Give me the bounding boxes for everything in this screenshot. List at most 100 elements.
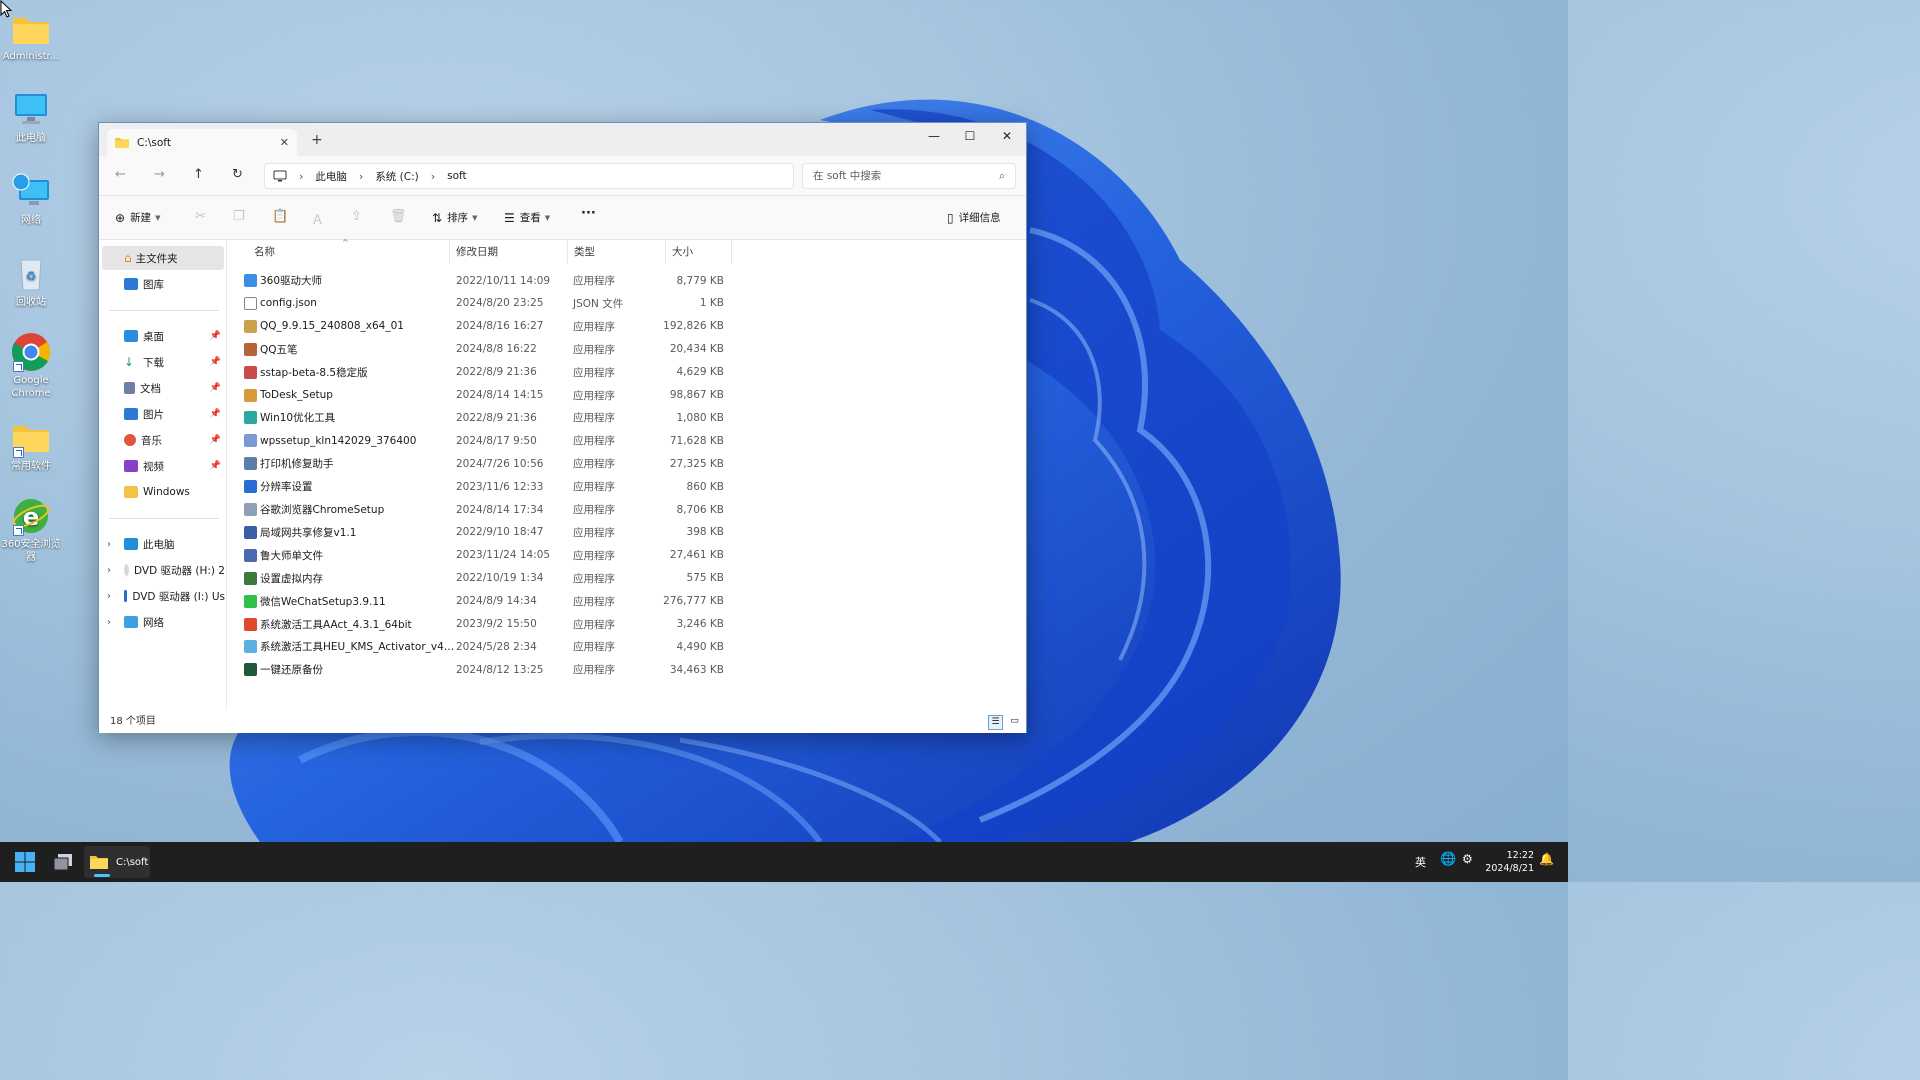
file-row[interactable]: Win10优化工具 2022/8/9 21:36 应用程序 1,080 KB — [238, 406, 728, 429]
column-header-type[interactable]: 类型 — [568, 240, 666, 264]
clock[interactable]: 12:22 2024/8/21 — [1484, 849, 1534, 875]
nav-item-downloads[interactable]: ↓ 下载 📌 — [99, 350, 225, 374]
notification-bell-icon[interactable]: 🔔 — [1539, 852, 1554, 866]
file-row[interactable]: 系统激活工具AAct_4.3.1_64bit 2023/9/2 15:50 应用程序… — [238, 613, 728, 636]
new-tab-button[interactable]: + — [311, 132, 323, 148]
nav-item-home[interactable]: ⌂ 主文件夹 — [102, 246, 224, 270]
desktop-icon-network[interactable]: 网络 — [0, 172, 62, 227]
file-row[interactable]: 一键还原备份 2024/8/12 13:25 应用程序 34,463 KB — [238, 658, 728, 681]
copy-icon[interactable]: ❐ — [233, 209, 245, 224]
forward-arrow-icon[interactable]: → — [154, 167, 165, 182]
file-row[interactable]: 分辨率设置 2023/11/6 12:33 应用程序 860 KB — [238, 475, 728, 498]
pin-icon[interactable]: 📌 — [210, 357, 221, 367]
paste-icon[interactable]: 📋 — [272, 209, 288, 224]
address-bar[interactable]: › 此电脑 › 系统 (C:) › soft — [264, 163, 794, 189]
file-row[interactable]: 360驱动大师 2022/10/11 14:09 应用程序 8,779 KB — [238, 269, 728, 292]
pin-icon[interactable]: 📌 — [210, 331, 221, 341]
nav-item-desktop[interactable]: 桌面 📌 — [99, 324, 225, 348]
nav-item-windows[interactable]: Windows — [99, 480, 225, 504]
nav-item-dvd-i[interactable]: › DVD 驱动器 (I:) Us — [99, 584, 225, 608]
file-type: 应用程序 — [573, 526, 615, 539]
nav-item-documents[interactable]: 文档 📌 — [99, 376, 225, 400]
chevron-right-icon[interactable]: › — [107, 565, 111, 576]
file-date: 2022/10/11 14:09 — [456, 274, 551, 287]
rename-icon[interactable]: Ａ — [311, 209, 324, 228]
file-size: 98,867 KB — [669, 389, 724, 401]
globe-icon[interactable]: 🌐 — [1440, 852, 1456, 867]
file-row[interactable]: sstap-beta-8.5稳定版 2022/8/9 21:36 应用程序 4,629… — [238, 361, 728, 384]
desktop-icon-this-pc[interactable]: 此电脑 — [0, 90, 62, 145]
pin-icon[interactable]: 📌 — [210, 435, 221, 445]
nav-item-videos[interactable]: 视频 📌 — [99, 454, 225, 478]
desktop-icon-recycle-bin[interactable]: ♻ 回收站 — [0, 254, 62, 309]
breadcrumb-system-c[interactable]: 系统 (C:) — [375, 169, 418, 184]
share-icon[interactable]: ⇪ — [351, 209, 362, 224]
details-pane-button[interactable]: ▯ 详细信息 — [947, 210, 1001, 225]
file-row[interactable]: 系统激活工具HEU_KMS_Activator_v42.... 2024/5/28… — [238, 635, 728, 658]
file-row[interactable]: ToDesk_Setup 2024/8/14 14:15 应用程序 98,867 KB — [238, 384, 728, 407]
pin-icon[interactable]: 📌 — [210, 461, 221, 471]
nav-item-pictures[interactable]: 图片 📌 — [99, 402, 225, 426]
title-bar[interactable]: C:\soft ✕ + — ☐ ✕ — [99, 123, 1026, 156]
nav-item-label: 下载 — [143, 356, 164, 369]
nav-item-network[interactable]: › 网络 — [99, 610, 225, 634]
search-input[interactable]: 在 soft 中搜索 ⌕ — [802, 163, 1016, 189]
status-bar: 18 个项目 — [99, 710, 1026, 733]
file-row[interactable]: QQ_9.9.15_240808_x64_01 2024/8/16 16:27 应用… — [238, 315, 728, 338]
nav-item-this-pc[interactable]: › 此电脑 — [99, 532, 225, 556]
breadcrumb-soft[interactable]: soft — [447, 170, 467, 182]
minimize-button[interactable]: — — [919, 129, 949, 149]
start-button[interactable] — [14, 846, 36, 878]
nav-item-gallery[interactable]: 图库 — [99, 272, 225, 296]
details-view-icon[interactable]: ☰ — [988, 715, 1003, 730]
file-row[interactable]: QQ五笔 2024/8/8 16:22 应用程序 20,434 KB — [238, 338, 728, 361]
pictures-icon — [124, 408, 138, 420]
nav-item-dvd-h[interactable]: › DVD 驱动器 (H:) 2 — [99, 558, 225, 582]
more-options-button[interactable]: ··· — [581, 206, 596, 221]
tab-c-soft[interactable]: C:\soft ✕ — [107, 129, 297, 156]
desktop-icon-common-software[interactable]: 常用软件 — [0, 418, 62, 473]
up-arrow-icon[interactable]: ↑ — [193, 167, 204, 182]
sort-button[interactable]: ⇅ 排序 ▼ — [432, 210, 477, 225]
maximize-button[interactable]: ☐ — [955, 129, 985, 149]
back-arrow-icon[interactable]: ← — [115, 167, 126, 182]
ime-indicator[interactable]: 英 — [1415, 854, 1426, 870]
pin-icon[interactable]: 📌 — [210, 383, 221, 393]
large-icons-view-icon[interactable]: ▭ — [1007, 715, 1022, 730]
file-row[interactable]: 鲁大师单文件 2023/11/24 14:05 应用程序 27,461 KB — [238, 544, 728, 567]
file-row[interactable]: config.json 2024/8/20 23:25 JSON 文件 1 KB — [238, 292, 728, 315]
task-view-button[interactable] — [52, 846, 74, 878]
column-header-size[interactable]: 大小 — [666, 240, 732, 264]
desktop-icon-google-chrome[interactable]: Google Chrome — [0, 332, 62, 400]
file-icon — [244, 319, 257, 333]
taskbar-file-explorer[interactable]: C:\soft — [84, 846, 150, 878]
file-row[interactable]: 局域网共享修复v1.1 2022/9/10 18:47 应用程序 398 KB — [238, 521, 728, 544]
pin-icon[interactable]: 📌 — [210, 409, 221, 419]
cut-icon[interactable]: ✂ — [195, 209, 206, 224]
column-header-date[interactable]: 修改日期 — [450, 240, 568, 264]
file-row[interactable]: wpssetup_kln142029_376400 2024/8/17 9:50 应… — [238, 429, 728, 452]
tab-close-button[interactable]: ✕ — [280, 136, 289, 149]
view-button[interactable]: ☰ 查看 ▼ — [504, 210, 550, 225]
file-row[interactable]: 打印机修复助手 2024/7/26 10:56 应用程序 27,325 KB — [238, 452, 728, 475]
delete-icon[interactable]: 🗑 — [390, 209, 407, 224]
new-button[interactable]: ⊕ 新建 ▼ — [115, 210, 160, 225]
desktop-icon-360-browser[interactable]: e 360安全浏览器 — [0, 496, 62, 564]
chevron-right-icon[interactable]: › — [107, 617, 111, 628]
file-row[interactable]: 微信WeChatSetup3.9.11 2024/8/9 14:34 应用程序 276… — [238, 590, 728, 613]
file-icon — [244, 457, 257, 471]
breadcrumb-separator-icon: › — [430, 169, 436, 183]
column-header-name[interactable]: 名称 ^ — [248, 238, 450, 264]
nav-item-music[interactable]: 音乐 📌 — [99, 428, 225, 452]
network-status-icon[interactable]: ⚙ — [1462, 852, 1473, 866]
file-row[interactable]: 谷歌浏览器ChromeSetup 2024/8/14 17:34 应用程序 8,706… — [238, 498, 728, 521]
new-button-label: 新建 — [130, 212, 152, 224]
file-row[interactable]: 设置虚拟内存 2022/10/19 1:34 应用程序 575 KB — [238, 567, 728, 590]
chevron-right-icon[interactable]: › — [107, 539, 111, 550]
360-browser-icon: e — [11, 496, 51, 536]
chevron-right-icon[interactable]: › — [107, 591, 111, 602]
refresh-icon[interactable]: ↻ — [232, 167, 243, 182]
nav-item-label: 桌面 — [143, 330, 164, 343]
close-button[interactable]: ✕ — [992, 129, 1022, 149]
breadcrumb-this-pc[interactable]: 此电脑 — [315, 169, 347, 184]
